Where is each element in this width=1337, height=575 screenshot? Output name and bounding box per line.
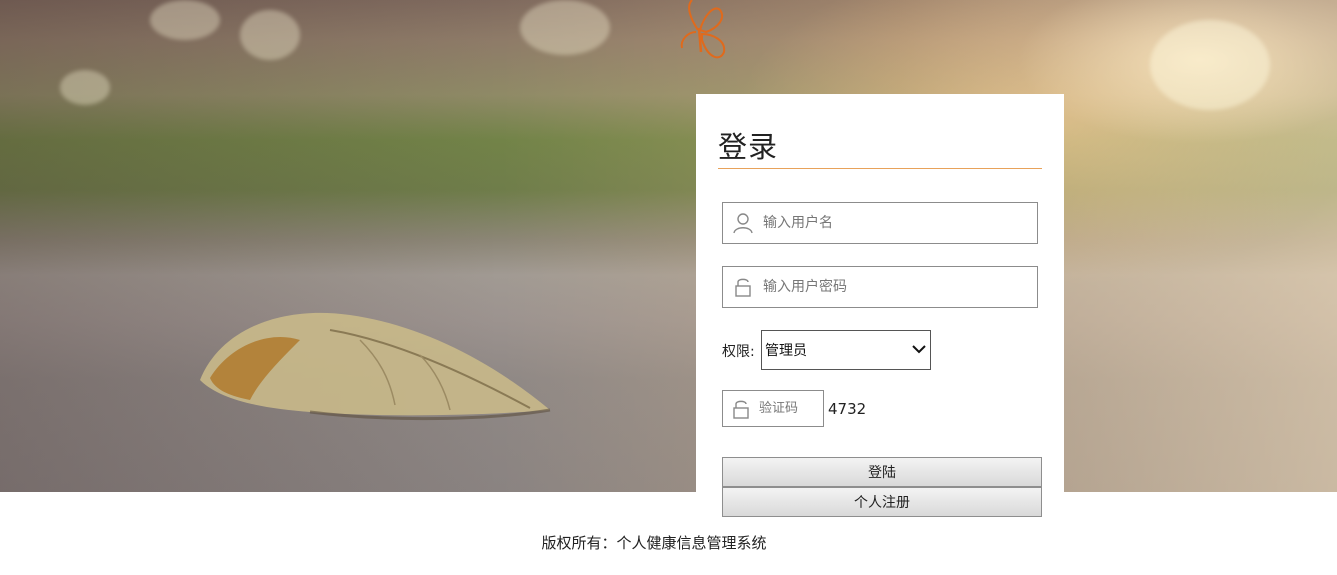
footer-copyright: 版权所有：个人健康信息管理系统 xyxy=(541,534,767,552)
login-button[interactable]: 登陆 xyxy=(722,457,1042,487)
bokeh-light xyxy=(1150,20,1270,110)
butterfly-logo xyxy=(680,0,726,59)
login-title: 登录 xyxy=(718,124,1042,169)
background-photo xyxy=(0,0,1337,492)
register-button[interactable]: 个人注册 xyxy=(722,487,1042,517)
login-panel: 登录 权限: 管理员 xyxy=(696,94,1064,517)
captcha-code[interactable]: 4732 xyxy=(828,400,866,418)
chevron-down-icon xyxy=(912,342,926,358)
password-field[interactable] xyxy=(722,266,1038,308)
bokeh-light xyxy=(520,0,610,55)
role-label: 权限: xyxy=(722,344,755,360)
bokeh-light xyxy=(150,0,220,40)
captcha-input[interactable] xyxy=(757,400,821,417)
lock-icon xyxy=(731,275,755,299)
bokeh-light xyxy=(60,70,110,105)
password-input[interactable] xyxy=(761,278,1025,296)
leaf-image xyxy=(200,312,551,421)
captcha-field[interactable] xyxy=(722,390,824,427)
username-input[interactable] xyxy=(761,214,1025,232)
bokeh-light xyxy=(240,10,300,60)
role-select[interactable]: 管理员 xyxy=(761,330,931,370)
role-selected-value: 管理员 xyxy=(765,343,807,359)
user-icon xyxy=(731,211,755,235)
username-field[interactable] xyxy=(722,202,1038,244)
lock-icon xyxy=(731,398,751,420)
